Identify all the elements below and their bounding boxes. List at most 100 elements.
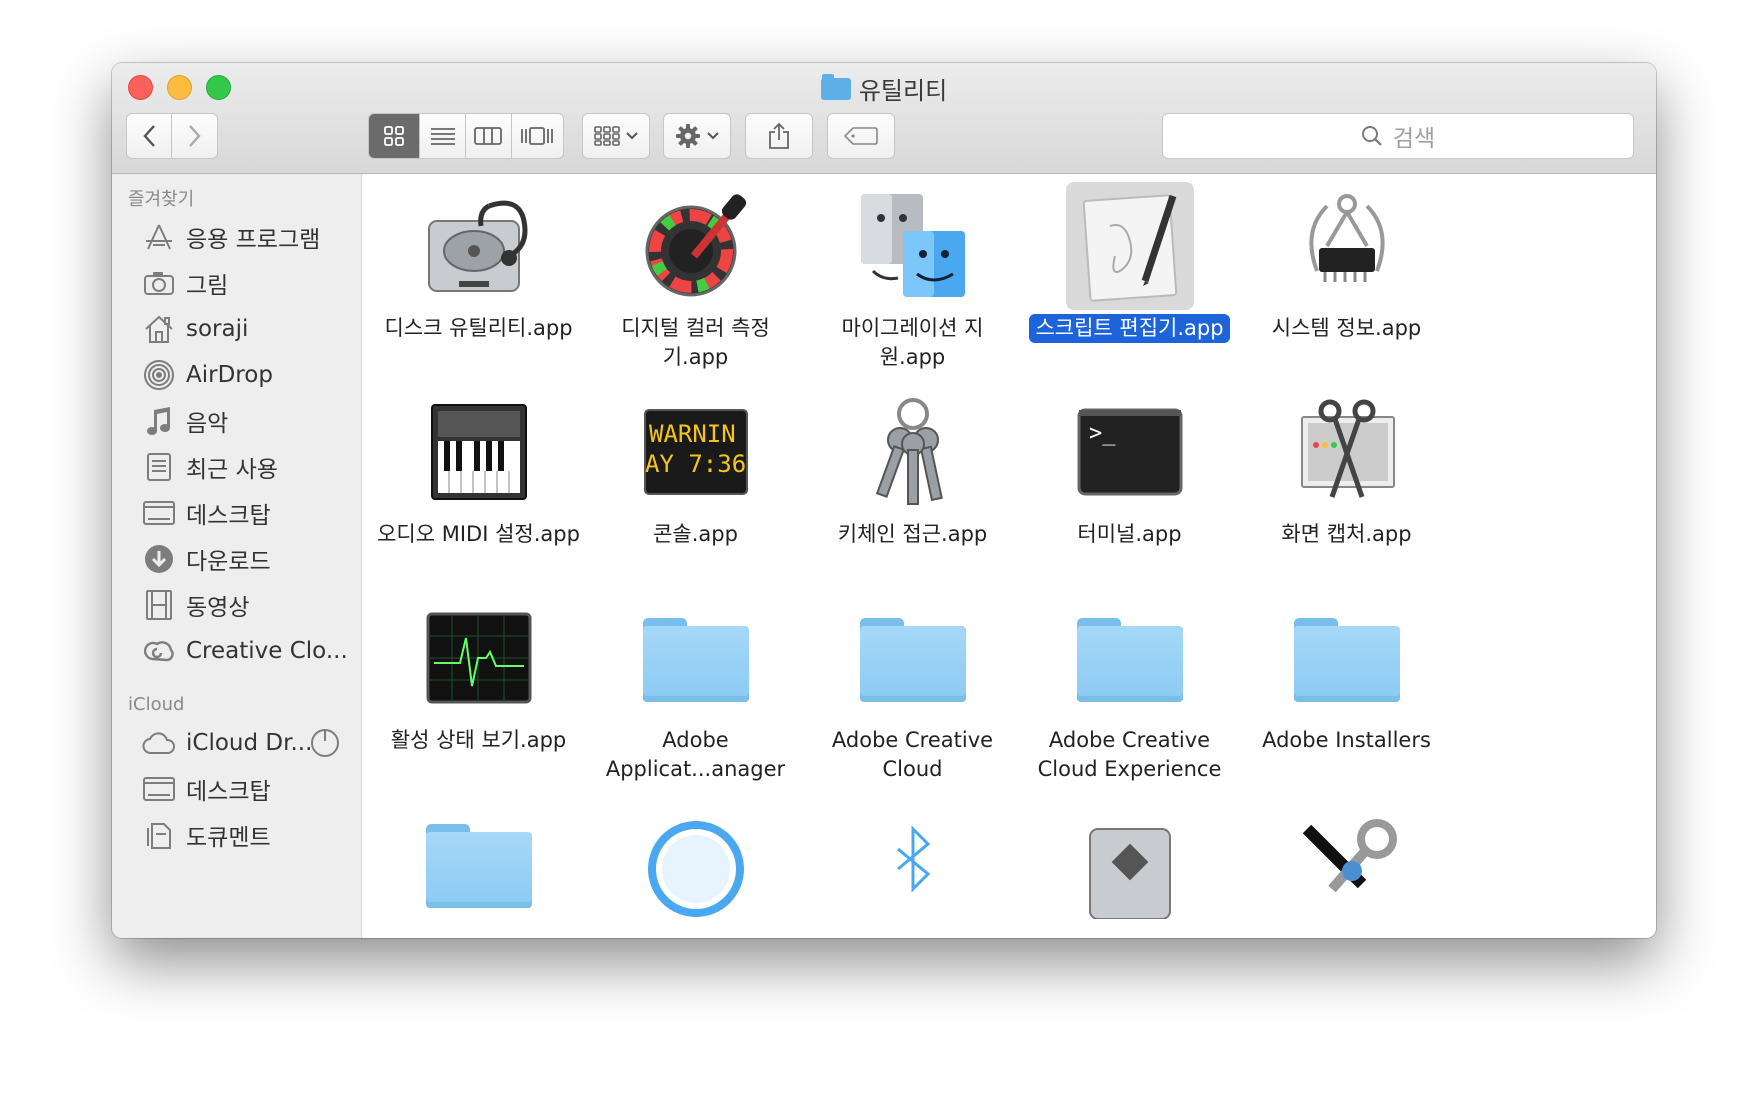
search-field[interactable]: 검색 [1162,113,1634,159]
sidebar-item-label: 동영상 [186,595,250,621]
file-item[interactable] [804,792,1021,928]
folder-icon [415,800,543,928]
disk-utility-icon [415,182,543,310]
airdrop-icon [142,358,176,392]
file-item[interactable]: 스크립트 편집기.app [1021,174,1238,343]
file-item[interactable]: 디스크 유틸리티.app [370,174,587,343]
file-item[interactable]: 오디오 MIDI 설정.app [370,380,587,549]
bluetooth-circle-icon [632,800,760,928]
file-item[interactable]: 키체인 접근.app [804,380,1021,549]
file-item[interactable]: WARNIN AY 7:36 콘솔.app [587,380,804,549]
favorites-item[interactable]: 최근 사용 [112,444,361,490]
file-label: 키체인 접근.app [837,522,988,546]
file-label: 화면 캡처.app [1281,522,1412,546]
applications-icon [142,220,176,254]
file-label: 터미널.app [1077,522,1182,546]
columns-icon [474,127,503,145]
cover-flow-icon [521,127,554,145]
sidebar: 즐겨찾기 응용 프로그램 그림 soraji AirDrop 음악 최근 사용 데스크탑 다운… [112,174,362,938]
svg-text:>_: >_ [1089,421,1116,446]
sidebar-item-label: 최근 사용 [186,457,278,483]
migration-icon [849,182,977,310]
window-title: 유틸리티 [112,71,1656,106]
file-label: Adobe Installers [1262,728,1431,752]
creative-cloud-icon [142,634,176,668]
favorites-item[interactable]: 다운로드 [112,536,361,582]
tools-icon [1283,800,1411,928]
column-view-button[interactable] [466,114,512,158]
utilities-folder-icon [820,73,851,100]
desktop-icon [142,496,176,530]
favorites-item[interactable]: 동영상 [112,582,361,628]
chevron-down-icon [626,132,638,140]
file-item[interactable]: >_ 터미널.app [1021,380,1238,549]
nav-buttons [126,113,218,159]
color-meter-icon [632,182,760,310]
activity-monitor-icon [415,594,543,722]
search-placeholder: 검색 [1392,126,1436,152]
file-item[interactable]: 화면 캡처.app [1238,380,1455,549]
sidebar-item-label: 음악 [186,411,229,437]
file-item[interactable] [1238,792,1455,928]
sync-progress-icon [310,728,340,764]
favorites-item[interactable]: Creative Clo... [112,628,361,674]
sidebar-item-label: Creative Clo... [186,638,348,664]
forward-button[interactable] [172,114,217,158]
document-icon [142,818,176,852]
file-label: 마이그레이션 지원.app [841,316,984,369]
file-item[interactable]: Adobe Creative Cloud Experience [1021,586,1238,784]
favorites-item[interactable]: 그림 [112,260,361,306]
file-item[interactable] [587,792,804,928]
action-button[interactable] [663,113,731,159]
icloud-item[interactable]: 도큐멘트 [112,812,361,858]
icon-view-button[interactable] [369,114,421,158]
file-item[interactable]: Adobe Installers [1238,586,1455,755]
file-item[interactable]: 디지털 컬러 측정기.app [587,174,804,372]
svg-text:WARNIN: WARNIN [649,420,736,448]
favorites-item[interactable]: 음악 [112,398,361,444]
file-item[interactable]: 시스템 정보.app [1238,174,1455,343]
film-icon [142,588,176,622]
favorites-item[interactable]: 데스크탑 [112,490,361,536]
favorites-item[interactable]: AirDrop [112,352,361,398]
sidebar-item-label: 데스크탑 [186,503,271,529]
grid-icon [384,126,405,146]
sidebar-item-label: 응용 프로그램 [186,227,321,253]
gallery-view-button[interactable] [512,114,563,158]
file-item[interactable] [1021,792,1238,928]
group-by-button[interactable] [582,113,650,159]
gear-icon [676,124,700,148]
sidebar-item-label: soraji [186,316,249,342]
titlebar: 유틸리티 검색 [112,63,1656,174]
tags-button[interactable] [827,113,895,159]
svg-text:AY 7:36: AY 7:36 [645,450,746,478]
icloud-item[interactable]: 데스크탑 [112,766,361,812]
icloud-list: iCloud Dr... 데스크탑도큐멘트 [112,720,361,858]
bootcamp-icon [1066,800,1194,928]
favorites-item[interactable]: soraji [112,306,361,352]
view-mode-control [368,113,564,159]
file-item[interactable]: Adobe Applicat...anager [587,586,804,784]
file-label: 디지털 컬러 측정기.app [621,316,770,369]
sidebar-item-label: 다운로드 [186,549,271,575]
list-view-button[interactable] [420,114,466,158]
back-button[interactable] [127,114,173,158]
share-button[interactable] [745,113,813,159]
icloud-item[interactable]: iCloud Dr... [112,720,361,766]
file-label: Adobe Creative Cloud [831,728,994,781]
file-label: 콘솔.app [653,522,738,546]
file-label: 활성 상태 보기.app [390,728,567,752]
sidebar-item-label: 데스크탑 [186,779,271,805]
sidebar-item-label: 도큐멘트 [186,825,271,851]
file-item[interactable]: 활성 상태 보기.app [370,586,587,755]
file-label: 디스크 유틸리티.app [384,316,573,340]
file-item[interactable] [370,792,587,928]
file-item[interactable]: Adobe Creative Cloud [804,586,1021,784]
favorites-item[interactable]: 응용 프로그램 [112,214,361,260]
folder-icon [849,594,977,722]
window-title-text: 유틸리티 [858,77,948,105]
sidebar-item-label: 그림 [186,273,229,299]
file-item[interactable]: 마이그레이션 지원.app [804,174,1021,372]
file-label: 시스템 정보.app [1271,316,1422,340]
search-icon [1361,126,1382,146]
